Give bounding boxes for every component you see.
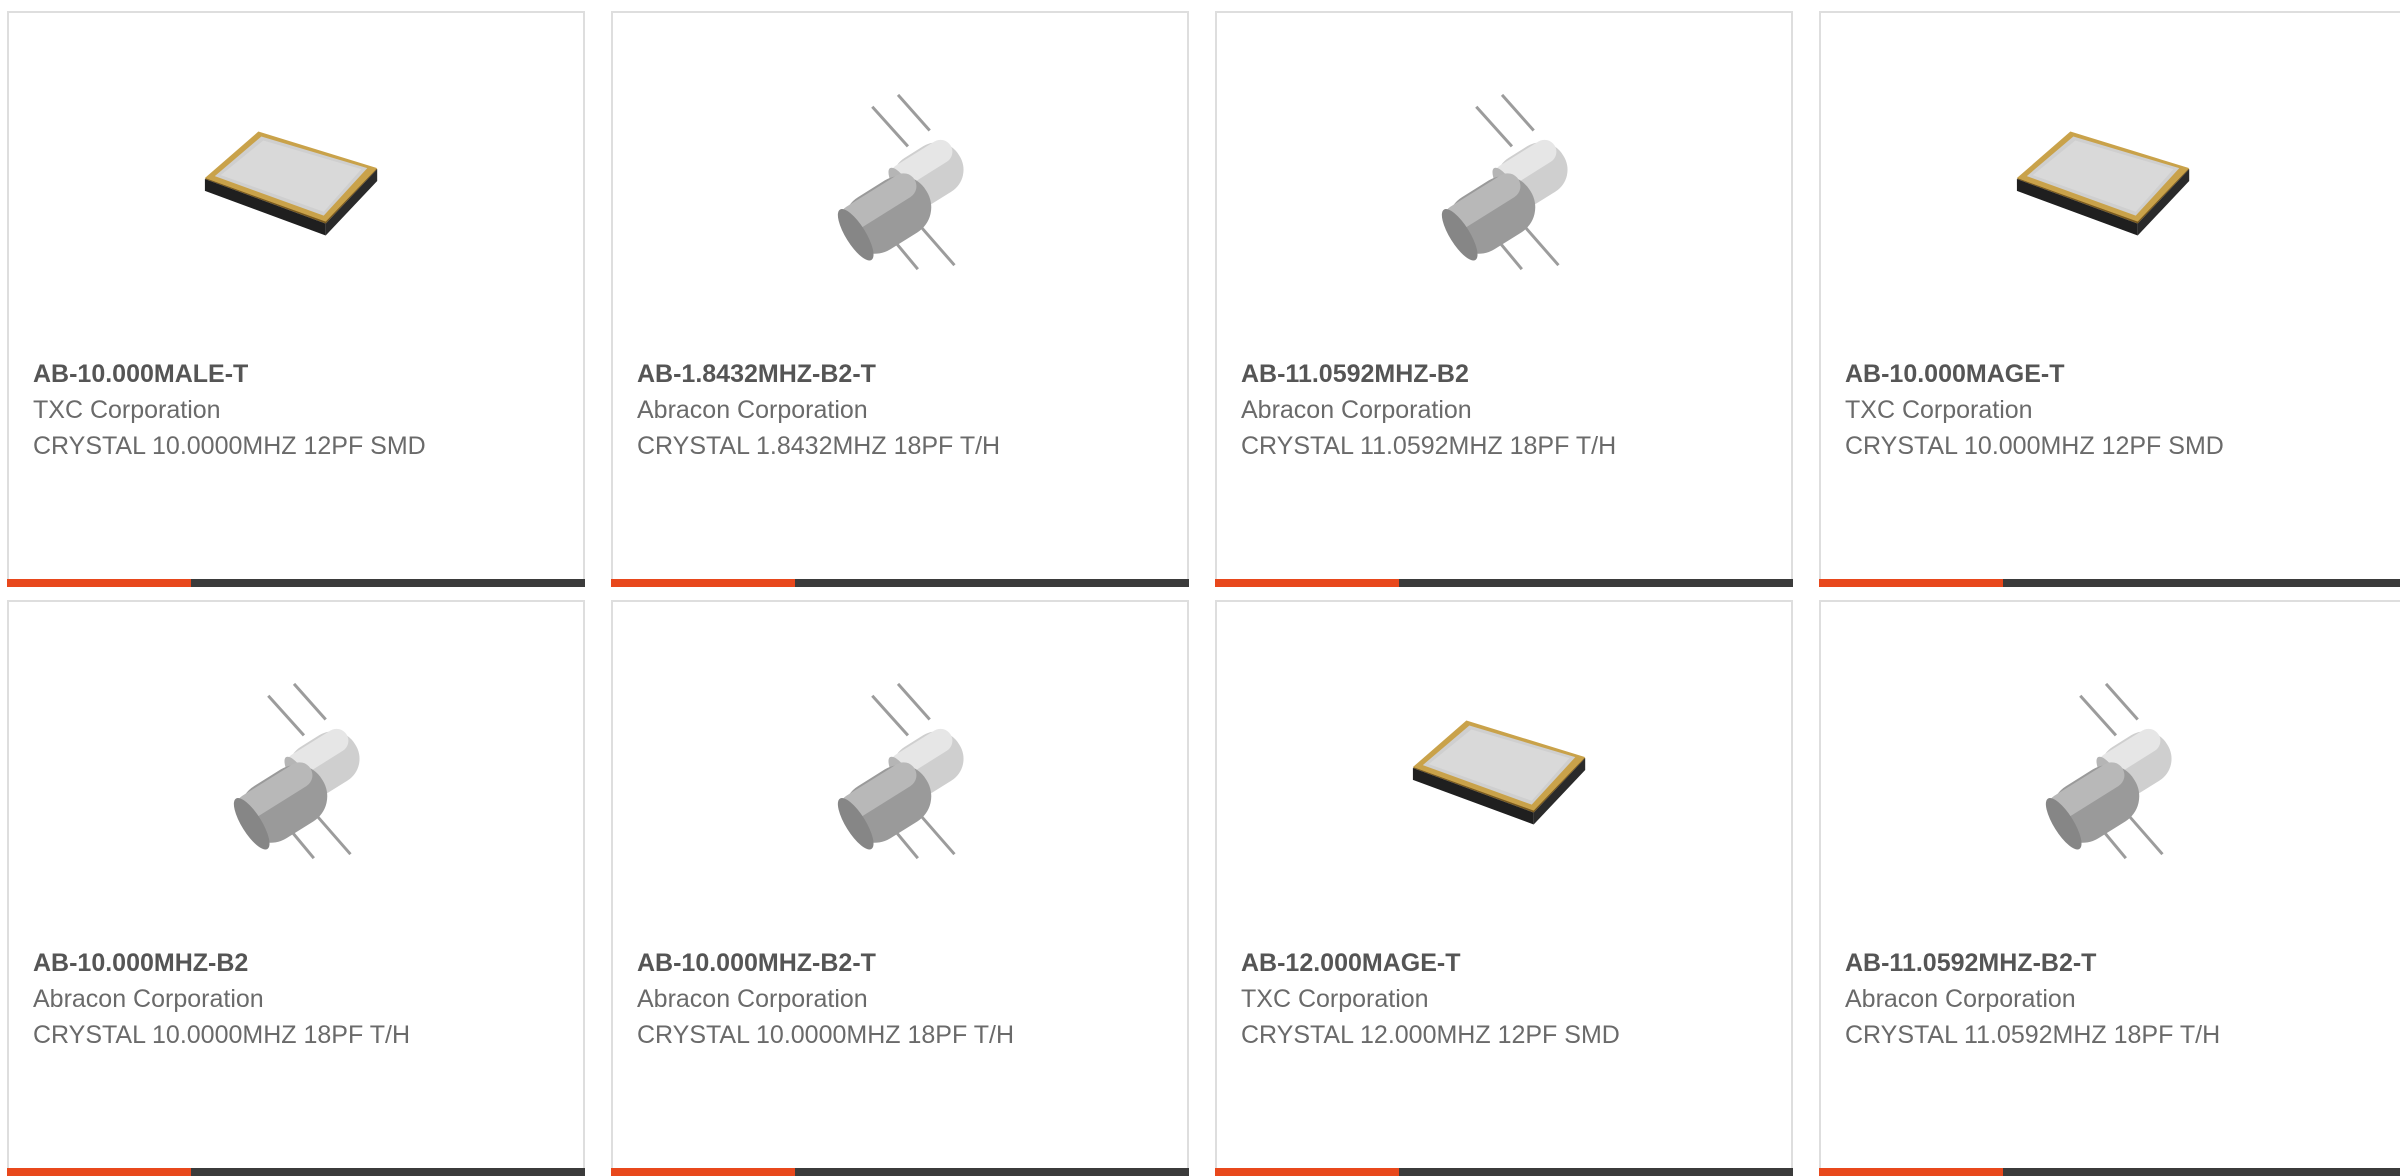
description: CRYSTAL 10.0000MHZ 18PF T/H xyxy=(637,1021,1015,1049)
card-bottom-bar xyxy=(611,1168,1189,1176)
dark-segment xyxy=(1399,579,1793,587)
product-image[interactable] xyxy=(801,674,999,872)
manufacturer: Abracon Corporation xyxy=(637,396,868,424)
dark-segment xyxy=(795,1168,1189,1176)
card-bottom-bar xyxy=(7,1168,585,1176)
dark-segment xyxy=(1399,1168,1793,1176)
dark-segment xyxy=(795,579,1189,587)
through-hole-crystal-icon xyxy=(837,93,964,271)
card-bottom-bar xyxy=(1819,1168,2400,1176)
smd-crystal-icon xyxy=(204,131,378,236)
product-card[interactable]: AB-10.000MAGE-T TXC Corporation CRYSTAL … xyxy=(1819,11,2400,587)
description: CRYSTAL 10.0000MHZ 18PF T/H xyxy=(33,1021,411,1049)
dark-segment xyxy=(2003,1168,2400,1176)
product-image[interactable] xyxy=(1405,674,1603,872)
dark-segment xyxy=(2003,579,2400,587)
description: CRYSTAL 10.0000MHZ 12PF SMD xyxy=(33,432,426,460)
through-hole-crystal-icon xyxy=(837,682,964,860)
card-bottom-bar xyxy=(611,579,1189,587)
accent-segment xyxy=(1819,579,2003,587)
product-card[interactable]: AB-10.000MHZ-B2 Abracon Corporation CRYS… xyxy=(7,600,585,1176)
card-bottom-bar xyxy=(1215,1168,1793,1176)
smd-crystal-icon xyxy=(1412,720,1586,825)
part-number[interactable]: AB-10.000MAGE-T xyxy=(1845,356,2065,392)
product-card[interactable]: AB-11.0592MHZ-B2 Abracon Corporation CRY… xyxy=(1215,11,1793,587)
product-card[interactable]: AB-1.8432MHZ-B2-T Abracon Corporation CR… xyxy=(611,11,1189,587)
part-number[interactable]: AB-11.0592MHZ-B2 xyxy=(1241,356,1469,392)
manufacturer: Abracon Corporation xyxy=(1845,985,2076,1013)
part-number[interactable]: AB-1.8432MHZ-B2-T xyxy=(637,356,876,392)
accent-segment xyxy=(7,579,191,587)
manufacturer: Abracon Corporation xyxy=(1241,396,1472,424)
through-hole-crystal-icon xyxy=(1441,93,1568,271)
dark-segment xyxy=(191,1168,585,1176)
part-number[interactable]: AB-10.000MHZ-B2 xyxy=(33,945,248,981)
description: CRYSTAL 11.0592MHZ 18PF T/H xyxy=(1241,432,1617,460)
accent-segment xyxy=(1215,579,1399,587)
part-number[interactable]: AB-12.000MAGE-T xyxy=(1241,945,1461,981)
accent-segment xyxy=(611,579,795,587)
product-card[interactable]: AB-10.000MALE-T TXC Corporation CRYSTAL … xyxy=(7,11,585,587)
through-hole-crystal-icon xyxy=(2045,682,2172,860)
smd-crystal-icon xyxy=(2016,131,2190,236)
manufacturer: TXC Corporation xyxy=(33,396,221,424)
part-number[interactable]: AB-11.0592MHZ-B2-T xyxy=(1845,945,2096,981)
card-bottom-bar xyxy=(7,579,585,587)
product-image[interactable] xyxy=(2009,85,2207,283)
dark-segment xyxy=(191,579,585,587)
product-image[interactable] xyxy=(1405,85,1603,283)
manufacturer: TXC Corporation xyxy=(1845,396,2033,424)
description: CRYSTAL 12.000MHZ 12PF SMD xyxy=(1241,1021,1620,1049)
through-hole-crystal-icon xyxy=(233,682,360,860)
card-bottom-bar xyxy=(1819,579,2400,587)
manufacturer: Abracon Corporation xyxy=(637,985,868,1013)
part-number[interactable]: AB-10.000MHZ-B2-T xyxy=(637,945,876,981)
manufacturer: TXC Corporation xyxy=(1241,985,1429,1013)
accent-segment xyxy=(611,1168,795,1176)
card-bottom-bar xyxy=(1215,579,1793,587)
product-card[interactable]: AB-11.0592MHZ-B2-T Abracon Corporation C… xyxy=(1819,600,2400,1176)
product-image[interactable] xyxy=(197,85,395,283)
accent-segment xyxy=(7,1168,191,1176)
description: CRYSTAL 10.000MHZ 12PF SMD xyxy=(1845,432,2224,460)
manufacturer: Abracon Corporation xyxy=(33,985,264,1013)
part-number[interactable]: AB-10.000MALE-T xyxy=(33,356,248,392)
product-grid: AB-10.000MALE-T TXC Corporation CRYSTAL … xyxy=(0,0,2400,1176)
product-image[interactable] xyxy=(2009,674,2207,872)
product-card[interactable]: AB-10.000MHZ-B2-T Abracon Corporation CR… xyxy=(611,600,1189,1176)
accent-segment xyxy=(1819,1168,2003,1176)
product-image[interactable] xyxy=(197,674,395,872)
product-image[interactable] xyxy=(801,85,999,283)
product-card[interactable]: AB-12.000MAGE-T TXC Corporation CRYSTAL … xyxy=(1215,600,1793,1176)
description: CRYSTAL 11.0592MHZ 18PF T/H xyxy=(1845,1021,2221,1049)
accent-segment xyxy=(1215,1168,1399,1176)
description: CRYSTAL 1.8432MHZ 18PF T/H xyxy=(637,432,1001,460)
